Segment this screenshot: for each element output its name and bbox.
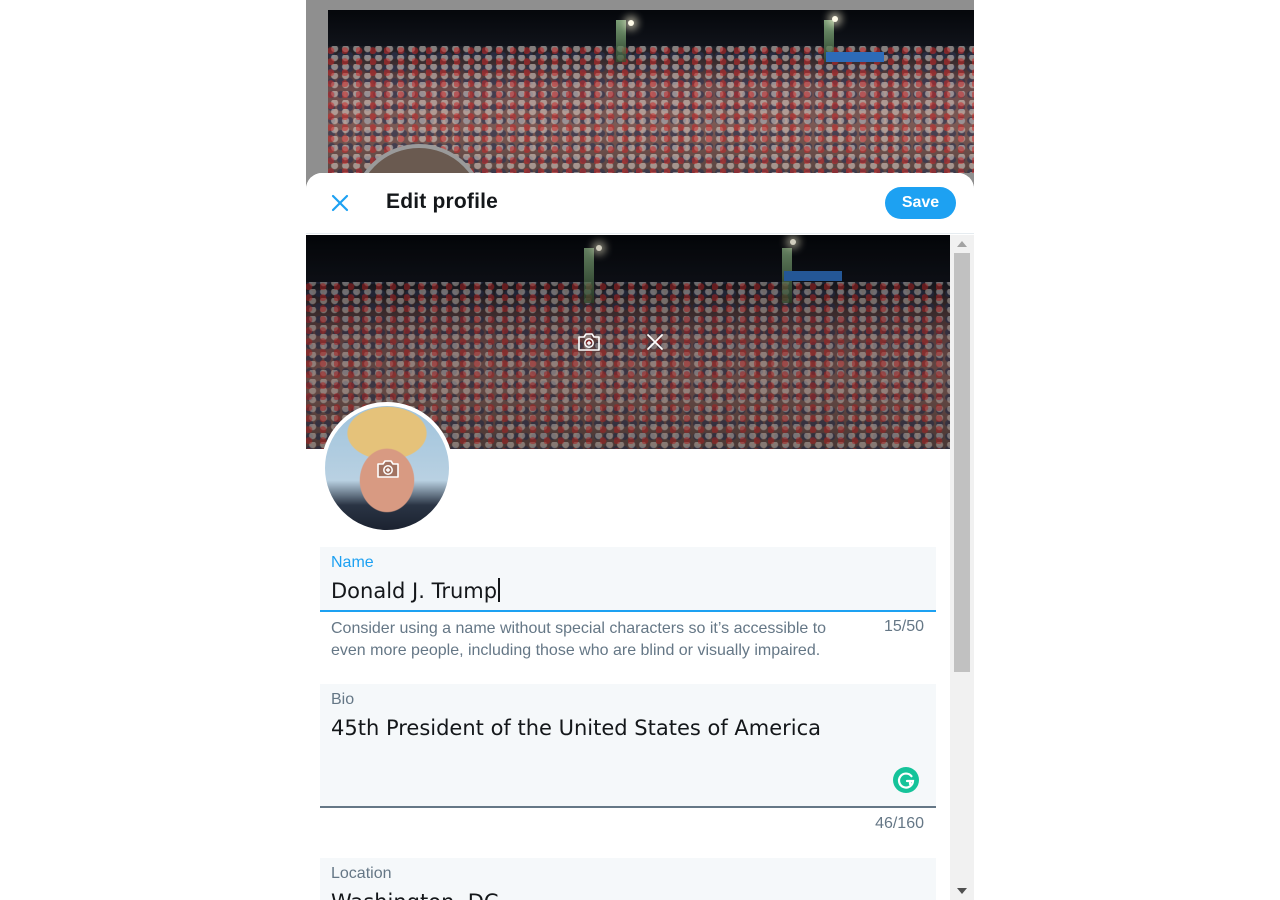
name-field-hint: Consider using a name without special ch…: [331, 620, 827, 659]
modal-header: Edit profile Save: [306, 173, 974, 234]
close-button[interactable]: [324, 187, 356, 219]
location-input[interactable]: Washington, DC: [331, 890, 499, 900]
camera-add-icon: [377, 460, 399, 478]
bio-char-counter: 46/160: [875, 815, 924, 832]
modal-scrollbar[interactable]: [950, 235, 974, 900]
modal-content: Name Donald J. Trump Consider using a na…: [306, 235, 950, 900]
camera-add-icon: [578, 333, 600, 351]
remove-icon: [647, 334, 663, 350]
text-caret: [498, 578, 500, 602]
remove-header-button[interactable]: [642, 329, 668, 355]
location-field-label: Location: [331, 865, 392, 882]
save-button[interactable]: Save: [885, 187, 956, 219]
name-input[interactable]: Donald J. Trump: [331, 578, 500, 603]
avatar[interactable]: [321, 402, 453, 534]
bio-field-label: Bio: [331, 691, 355, 708]
change-header-button[interactable]: [576, 329, 602, 355]
edit-profile-modal: Edit profile Save Name Donald J. Trump C…: [306, 173, 974, 900]
name-field-label: Name: [331, 554, 374, 571]
grammarly-icon: [897, 772, 915, 789]
grammarly-button[interactable]: [893, 767, 919, 793]
location-field[interactable]: Location Washington, DC: [320, 858, 936, 900]
scroll-down-arrow[interactable]: [957, 888, 967, 894]
name-field[interactable]: Name Donald J. Trump: [320, 547, 936, 612]
scroll-up-arrow[interactable]: [957, 241, 967, 247]
modal-title: Edit profile: [386, 190, 499, 213]
header-image-actions: [574, 329, 674, 355]
close-icon: [331, 194, 349, 212]
scroll-thumb[interactable]: [954, 253, 970, 672]
name-char-counter: 15/50: [883, 618, 924, 635]
change-avatar-button[interactable]: [375, 456, 401, 482]
bio-field[interactable]: Bio 45th President of the United States …: [320, 684, 936, 808]
bio-input[interactable]: 45th President of the United States of A…: [331, 716, 821, 740]
